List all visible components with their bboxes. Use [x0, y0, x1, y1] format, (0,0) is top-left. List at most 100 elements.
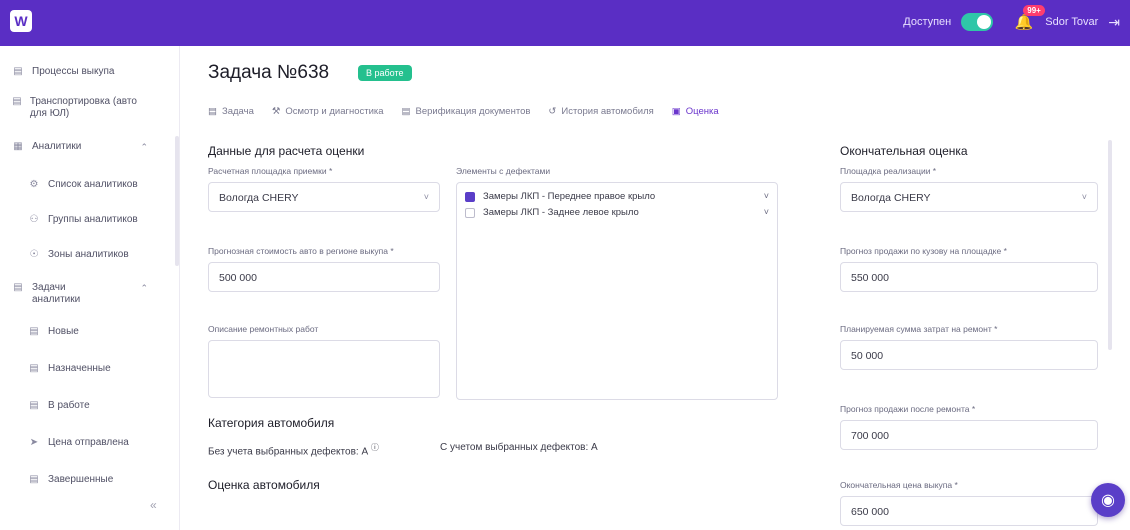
sidebar-item-assigned[interactable]: ▤ Назначенные: [28, 363, 111, 375]
top-bar: W Доступен 🔔 99+ Sdor Tovar ⇥: [0, 0, 1130, 46]
forecast-label: Прогнозная стоимость авто в регионе выку…: [208, 246, 394, 256]
sidebar-item-label: Группы аналитиков: [48, 214, 138, 225]
sidebar-item-analyst-zones[interactable]: ☉ Зоны аналитиков: [28, 249, 129, 261]
sidebar-item-label: Транспортировка (авто для ЮЛ): [29, 96, 137, 119]
availability-toggle[interactable]: [961, 13, 994, 31]
sidebar-item-label: Завершенные: [48, 474, 114, 485]
notifications-button[interactable]: 🔔 99+: [1013, 5, 1045, 33]
wrench-icon: ⚒: [271, 106, 281, 117]
checkbox-checked[interactable]: [465, 191, 475, 202]
history-icon: ↺: [548, 106, 557, 117]
category-title: Категория автомобиля: [208, 416, 335, 430]
category-with-defects: С учетом выбранных дефектов: А: [440, 442, 598, 453]
sidebar-item-label: В работе: [48, 400, 90, 411]
sidebar-item-completed[interactable]: ▤ Завершенные: [28, 474, 113, 486]
notifications-badge: 99+: [1023, 5, 1045, 16]
user-name[interactable]: Sdor Tovar: [1045, 16, 1098, 28]
site-select-value: Вологда CHERY: [219, 192, 299, 204]
tab-label: Оценка: [685, 106, 719, 117]
sidebar-item-buyout[interactable]: ▤ Процессы выкупа: [12, 66, 114, 78]
body-forecast-value: 550 000: [851, 272, 889, 284]
repair-cost-input[interactable]: 50 000: [840, 340, 1098, 370]
right-panel-scrollbar[interactable]: [1108, 140, 1112, 350]
site-label: Расчетная площадка приемки *: [208, 166, 333, 176]
doc-icon: ▤: [12, 96, 22, 107]
collapse-sidebar-icon[interactable]: «: [150, 498, 157, 512]
category-without-text: Без учета выбранных дефектов: А: [208, 446, 369, 458]
forecast-input[interactable]: 500 000: [208, 262, 440, 292]
repair-cost-label: Планируемая сумма затрат на ремонт *: [840, 324, 998, 334]
sidebar-item-analysts[interactable]: ▦ Аналитики ⌃: [12, 141, 162, 153]
chevron-down-icon: ˅: [1081, 192, 1087, 202]
sidebar-item-analytics-tasks[interactable]: ▤ Задачи аналитики ⌃: [12, 282, 162, 306]
tab-task[interactable]: ▤ Задача: [208, 106, 254, 117]
defect-item[interactable]: Замеры ЛКП - Переднее правое крыло: [465, 191, 765, 202]
sidebar-item-new[interactable]: ▤ Новые: [28, 326, 79, 338]
repair-description-label: Описание ремонтных работ: [208, 324, 319, 334]
section-title-final: Окончательная оценка: [840, 144, 968, 158]
site-select[interactable]: Вологда CHERY ˅: [208, 182, 440, 212]
final-valuation-card: Окончательная оценка Площадка реализации…: [830, 134, 1120, 530]
sidebar-item-label: Процессы выкупа: [32, 66, 115, 77]
doc-icon: ▤: [13, 66, 23, 77]
sidebar-item-analyst-groups[interactable]: ⚇ Группы аналитиков: [28, 214, 138, 226]
main-content: Задача №638 В работе ▤ Задача ⚒ Осмотр и…: [190, 46, 1130, 530]
after-repair-input[interactable]: 700 000: [840, 420, 1098, 450]
defect-label: Замеры ЛКП - Заднее левое крыло: [483, 207, 639, 218]
doc-icon: ▤: [29, 474, 39, 485]
sidebar-item-label: Цена отправлена: [48, 437, 129, 448]
defect-item[interactable]: Замеры ЛКП - Заднее левое крыло: [465, 207, 765, 218]
defect-label: Замеры ЛКП - Переднее правое крыло: [483, 191, 656, 202]
category-without-defects: Без учета выбранных дефектов: А ⓘ: [208, 442, 379, 457]
tab-valuation[interactable]: ▣ Оценка: [672, 106, 719, 117]
tab-label: Верификация документов: [415, 106, 531, 117]
chat-icon: ◉: [1101, 492, 1115, 509]
sidebar-item-label: Задачи аналитики: [32, 282, 81, 305]
valuation-data-card: Данные для расчета оценки Расчетная площ…: [200, 134, 800, 530]
chevron-down-icon[interactable]: ˅: [764, 207, 769, 217]
tab-label: Осмотр и диагностика: [285, 106, 384, 117]
status-badge: В работе: [358, 65, 412, 81]
section-title-valuation-data: Данные для расчета оценки: [208, 144, 365, 158]
sidebar-item-label: Аналитики: [32, 141, 82, 152]
info-icon[interactable]: ⓘ: [371, 443, 379, 452]
body-forecast-input[interactable]: 550 000: [840, 262, 1098, 292]
tab-history[interactable]: ↺ История автомобиля: [548, 106, 653, 117]
tab-label: История автомобиля: [561, 106, 654, 117]
logout-icon[interactable]: ⇥: [1108, 14, 1120, 31]
send-icon: ➤: [29, 437, 39, 448]
repair-description-textarea[interactable]: [208, 340, 440, 398]
forecast-value: 500 000: [219, 272, 257, 284]
doc-icon: ▤: [401, 106, 411, 117]
final-price-input[interactable]: 650 000: [840, 496, 1098, 526]
sidebar-item-price-sent[interactable]: ➤ Цена отправлена: [28, 437, 129, 449]
sidebar: ▤ Процессы выкупа ▤ Транспортировка (авт…: [0, 46, 180, 530]
sidebar-item-analyst-list[interactable]: ⚙ Список аналитиков: [28, 179, 138, 191]
doc-icon: ▤: [29, 363, 39, 374]
sidebar-scrollbar[interactable]: [175, 136, 179, 266]
after-repair-value: 700 000: [851, 430, 889, 442]
tab-documents[interactable]: ▤ Верификация документов: [402, 106, 531, 117]
chat-button[interactable]: ◉: [1091, 483, 1125, 517]
sidebar-item-label: Назначенные: [48, 363, 111, 374]
app-frame: ▤ Процессы выкупа ▤ Транспортировка (авт…: [0, 46, 1130, 530]
realization-value: Вологда CHERY: [851, 192, 931, 204]
checkbox-unchecked[interactable]: [465, 207, 475, 218]
chevron-down-icon[interactable]: ˅: [764, 191, 769, 201]
realization-select[interactable]: Вологда CHERY ˅: [840, 182, 1098, 212]
sidebar-item-label: Зоны аналитиков: [48, 249, 129, 260]
availability-label: Доступен: [903, 16, 952, 28]
grid-icon: ▦: [13, 141, 23, 152]
sidebar-item-in-progress[interactable]: ▤ В работе: [28, 400, 90, 412]
doc-icon: ▤: [29, 400, 39, 411]
defects-label: Элементы с дефектами: [456, 166, 551, 176]
app-logo[interactable]: W: [10, 10, 32, 32]
tab-label: Задача: [221, 106, 254, 117]
tab-bar: ▤ Задача ⚒ Осмотр и диагностика ▤ Верифи…: [208, 106, 719, 117]
realization-label: Площадка реализации *: [840, 166, 937, 176]
sidebar-item-transport[interactable]: ▤ Транспортировка (авто для ЮЛ): [12, 96, 152, 120]
sidebar-item-label: Новые: [48, 326, 79, 337]
final-price-label: Окончательная цена выкупа *: [840, 480, 958, 490]
body-forecast-label: Прогноз продажи по кузову на площадке *: [840, 246, 1007, 256]
tab-inspection[interactable]: ⚒ Осмотр и диагностика: [272, 106, 384, 117]
